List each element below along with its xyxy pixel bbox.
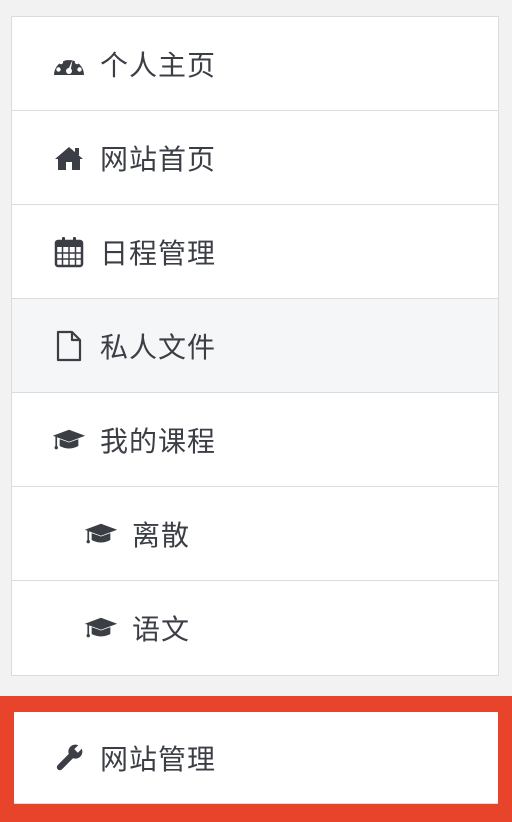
sidebar-item-label: 日程管理 [100,236,217,270]
sidebar-nav: 个人主页 网站首页 日程管理 私人文件 我的课程 离散 语文 [11,16,499,676]
sidebar-item-private-files[interactable]: 私人文件 [12,299,498,393]
sidebar-item-site-admin[interactable]: 网站管理 [14,712,498,804]
sidebar-item-label: 个人主页 [100,48,217,82]
sidebar-item-my-courses[interactable]: 我的课程 [12,393,498,487]
graduation-cap-icon [84,611,118,645]
sidebar-item-home[interactable]: 网站首页 [12,111,498,205]
sidebar-item-course-chinese[interactable]: 语文 [12,581,498,675]
sidebar-item-label: 网站首页 [100,142,217,176]
home-icon [52,141,86,175]
sidebar-item-label: 私人文件 [100,330,217,364]
calendar-icon [52,235,86,269]
sidebar-item-dashboard[interactable]: 个人主页 [12,17,498,111]
graduation-cap-icon [84,517,118,551]
sidebar-item-label: 语文 [132,613,191,646]
dashboard-icon [52,47,86,81]
sidebar-item-label: 离散 [132,518,191,552]
sidebar-item-label: 网站管理 [100,742,217,776]
sidebar-item-course-discrete[interactable]: 离散 [12,487,498,581]
sidebar-item-label: 我的课程 [100,424,217,458]
graduation-cap-icon [52,423,86,457]
sidebar-item-calendar[interactable]: 日程管理 [12,205,498,299]
wrench-icon [52,741,86,775]
file-icon [52,329,86,363]
